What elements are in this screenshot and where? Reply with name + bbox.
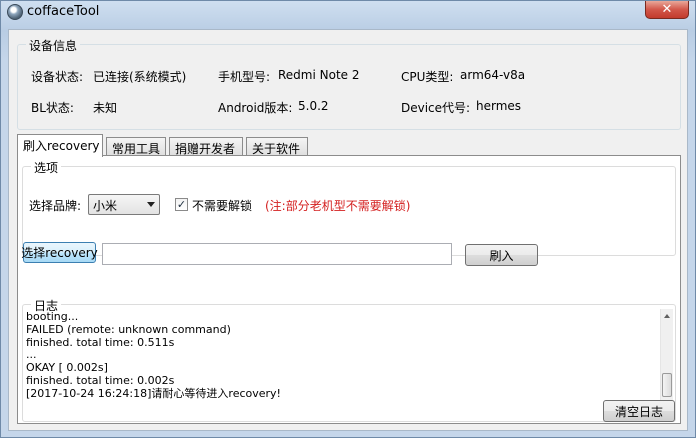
tab-flash-recovery[interactable]: 刷入recovery	[17, 134, 103, 157]
tab-common-tools[interactable]: 常用工具	[106, 137, 166, 156]
tab-about[interactable]: 关于软件	[246, 137, 308, 156]
scroll-up-icon[interactable]	[664, 314, 670, 318]
no-unlock-label[interactable]: 不需要解锁	[192, 197, 252, 214]
log-line: ...	[26, 348, 37, 362]
select-recovery-button[interactable]: 选择recovery	[21, 242, 98, 263]
log-output[interactable]: booting... FAILED (remote: unknown comma…	[23, 311, 663, 419]
log-line: [2017-10-24 16:24:18]请耐心等待进入recovery!	[26, 386, 281, 400]
log-line: FAILED (remote: unknown command)	[26, 322, 231, 336]
device-codename-label: Device代号:	[401, 101, 471, 115]
title-bar[interactable]: coffaceTool ✕	[1, 1, 695, 25]
window-title: coffaceTool	[27, 4, 100, 19]
options-group: 选项 选择品牌: 小米 ✓ 不需要解锁 (注:部分老机型不需要解锁) 选择rec…	[21, 159, 676, 266]
select-recovery-button-label: 选择recovery	[21, 246, 98, 260]
recovery-path-input[interactable]	[102, 243, 452, 265]
device-status-value: 已连接(系统模式)	[93, 70, 187, 84]
device-info-group: 设备信息 设备状态: 已连接(系统模式) 手机型号: Redmi Note 2 …	[17, 37, 681, 130]
android-version-label: Android版本:	[218, 101, 293, 115]
scroll-thumb[interactable]	[662, 373, 672, 397]
client-area: 设备信息 设备状态: 已连接(系统模式) 手机型号: Redmi Note 2 …	[8, 29, 688, 431]
close-icon: ✕	[661, 2, 673, 17]
bl-status-value: 未知	[93, 101, 118, 115]
device-info-legend: 设备信息	[26, 37, 81, 54]
brand-select[interactable]: 小米	[88, 194, 160, 215]
log-line: finished. total time: 0.002s	[26, 373, 175, 387]
android-version-value: 5.0.2	[298, 99, 329, 113]
tab-donate[interactable]: 捐赠开发者	[169, 137, 243, 156]
device-codename-value: hermes	[476, 99, 522, 113]
cpu-type-label: CPU类型:	[401, 70, 454, 84]
brand-label: 选择品牌:	[29, 199, 82, 213]
device-status-label: 设备状态:	[31, 70, 84, 84]
check-icon: ✓	[176, 198, 187, 211]
tab-panel-flash-recovery: 选项 选择品牌: 小米 ✓ 不需要解锁 (注:部分老机型不需要解锁) 选择rec…	[17, 155, 681, 424]
clear-log-button-label: 清空日志	[614, 404, 663, 419]
flash-button-label: 刷入	[489, 248, 514, 263]
log-line: booting...	[26, 311, 79, 323]
flash-button[interactable]: 刷入	[465, 244, 538, 266]
brand-selected-value: 小米	[93, 199, 118, 213]
app-icon	[7, 4, 23, 20]
bl-status-label: BL状态:	[31, 101, 74, 115]
clear-log-button[interactable]: 清空日志	[603, 400, 675, 422]
unlock-note: (注:部分老机型不需要解锁)	[265, 199, 411, 213]
app-window: coffaceTool ✕ 设备信息 设备状态: 已连接(系统模式) 手机型号:…	[0, 0, 696, 438]
chevron-down-icon	[147, 202, 155, 207]
tab-strip: 刷入recovery 常用工具 捐赠开发者 关于软件	[17, 134, 617, 157]
phone-model-label: 手机型号:	[218, 70, 271, 84]
cpu-type-value: arm64-v8a	[460, 68, 526, 82]
close-button[interactable]: ✕	[645, 1, 689, 19]
phone-model-value: Redmi Note 2	[278, 68, 360, 82]
log-line: finished. total time: 0.511s	[26, 335, 175, 349]
log-group: 日志 booting... FAILED (remote: unknown co…	[22, 297, 676, 422]
no-unlock-checkbox[interactable]: ✓	[175, 198, 188, 211]
options-legend: 选项	[31, 159, 62, 176]
